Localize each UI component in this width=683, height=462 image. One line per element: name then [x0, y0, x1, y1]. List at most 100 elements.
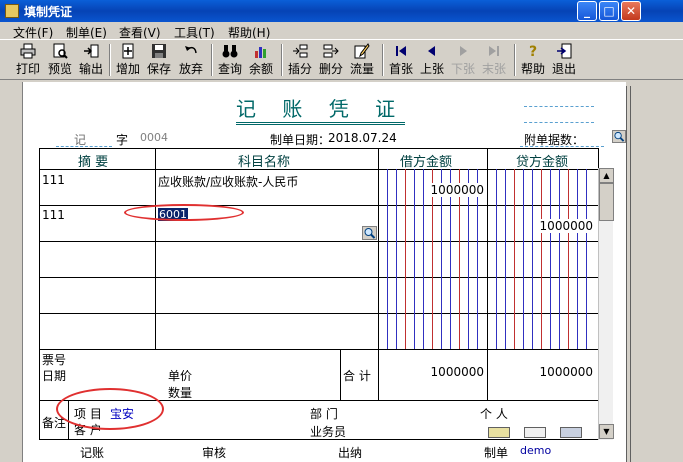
delete-split-button[interactable]: 删分 — [317, 42, 345, 78]
insert-row-icon — [293, 44, 308, 58]
save-button[interactable]: 保存 — [145, 42, 173, 78]
total-credit: 1000000 — [538, 365, 594, 379]
menu-help[interactable]: 帮助(H) — [228, 24, 270, 41]
card-icon[interactable] — [524, 427, 546, 438]
cashflow-button[interactable]: 流量 — [348, 42, 376, 78]
toolbar-separator — [281, 44, 283, 76]
bookkeeper-label: 记账 — [80, 446, 105, 460]
add-button[interactable]: 增加 — [114, 42, 142, 78]
row2-summary[interactable]: 111 — [42, 208, 65, 222]
amount-column-line — [514, 169, 515, 349]
window-titlebar[interactable]: 填制凭证 _ □ ✕ — [0, 0, 683, 22]
window-title: 填制凭证 — [24, 5, 73, 19]
exit-button[interactable]: 退出 — [550, 42, 578, 78]
insert-split-button[interactable]: 插分 — [286, 42, 314, 78]
row1-debit[interactable]: 1000000 — [429, 183, 485, 197]
last-icon — [489, 46, 499, 56]
scroll-up-button[interactable]: ▲ — [599, 168, 614, 183]
amount-column-line — [550, 169, 551, 349]
total-debit: 1000000 — [429, 365, 485, 379]
word-label: 字 — [116, 133, 129, 147]
notes-icon[interactable] — [488, 427, 510, 438]
svg-text:?: ? — [529, 44, 537, 59]
amount-column-line — [532, 169, 533, 349]
row2-credit[interactable]: 1000000 — [538, 219, 594, 233]
vertical-scrollbar[interactable]: ▲ ▼ — [598, 168, 614, 440]
amount-column-line — [496, 169, 497, 349]
page-edge — [626, 86, 627, 462]
page-edge — [630, 86, 631, 462]
header-account: 科目名称 — [238, 155, 291, 170]
toolbar-separator — [382, 44, 384, 76]
magnifier-icon — [364, 228, 376, 239]
annotation-oval — [56, 388, 164, 430]
voucher-number[interactable]: 0004 — [140, 131, 168, 144]
last-voucher-button[interactable]: 末张 — [480, 42, 508, 78]
title-dotted-line — [524, 106, 594, 107]
amount-column-line — [405, 169, 406, 349]
qty-label: 数量 — [168, 386, 193, 400]
menu-view[interactable]: 查看(V) — [119, 24, 161, 41]
amount-column-line — [387, 169, 388, 349]
header-summary: 摘 要 — [78, 155, 109, 170]
prev-voucher-button[interactable]: 上张 — [418, 42, 446, 78]
row1-summary[interactable]: 111 — [42, 173, 65, 187]
next-voucher-button[interactable]: 下张 — [449, 42, 477, 78]
account-lookup-button[interactable] — [362, 226, 377, 240]
magnifier-icon — [614, 131, 625, 142]
help-icon: ? — [529, 44, 537, 59]
annotation-oval — [124, 204, 244, 221]
toolbar-separator — [211, 44, 213, 76]
voucher-title: 记 账 凭 证 — [236, 96, 406, 125]
toolbar-separator — [109, 44, 111, 76]
add-icon — [122, 43, 134, 59]
auditor-label: 审核 — [202, 446, 227, 460]
clerk-label: 业务员 — [310, 425, 347, 439]
menu-voucher[interactable]: 制单(E) — [66, 24, 107, 41]
header-credit: 贷方金额 — [516, 155, 569, 170]
query-button[interactable]: 查询 — [216, 42, 244, 78]
person-label: 个 人 — [480, 407, 508, 421]
grid-line — [340, 349, 341, 400]
binoculars-icon — [222, 45, 238, 58]
print-button[interactable]: 打印 — [14, 42, 42, 78]
voucher-date[interactable]: 2018.07.24 — [328, 131, 397, 145]
grid-line — [40, 349, 598, 350]
grid-line — [155, 149, 156, 349]
price-label: 单价 — [168, 369, 193, 383]
menu-tools[interactable]: 工具(T) — [174, 24, 215, 41]
amount-column-line — [423, 169, 424, 349]
date-row-label: 日期 — [42, 369, 67, 383]
date-label: 制单日期： — [270, 133, 331, 147]
menu-file[interactable]: 文件(F) — [13, 24, 53, 41]
toolbar-separator — [514, 44, 516, 76]
first-icon — [396, 46, 406, 56]
balance-chart-icon — [255, 47, 266, 58]
row1-account[interactable]: 应收账款/应收账款-人民币 — [158, 173, 298, 190]
minimize-button[interactable]: _ — [577, 1, 597, 21]
maker-name: demo — [520, 444, 552, 457]
preview-icon — [53, 43, 68, 59]
attach-lookup-button[interactable] — [612, 130, 626, 143]
scroll-down-button[interactable]: ▼ — [599, 424, 614, 439]
balance-button[interactable]: 余额 — [247, 42, 275, 78]
export-button[interactable]: 输出 — [77, 42, 105, 78]
scroll-thumb[interactable] — [599, 183, 614, 221]
group-icon[interactable] — [560, 427, 582, 438]
close-button[interactable]: ✕ — [621, 1, 641, 21]
maximize-button[interactable]: □ — [599, 1, 619, 21]
discard-button[interactable]: 放弃 — [177, 42, 205, 78]
amount-column-line — [568, 169, 569, 349]
menu-bar: 文件(F) 制单(E) 查看(V) 工具(T) 帮助(H) — [0, 22, 683, 40]
preview-button[interactable]: 预览 — [46, 42, 74, 78]
first-voucher-button[interactable]: 首张 — [387, 42, 415, 78]
cashflow-icon — [354, 43, 370, 59]
amount-column-line — [541, 169, 542, 349]
ticket-label: 票号 — [42, 353, 67, 367]
maker-label: 制单 — [484, 446, 509, 460]
grid-line — [378, 149, 379, 400]
amount-column-line — [505, 169, 506, 349]
help-button[interactable]: ? 帮助 — [519, 42, 547, 78]
header-debit: 借方金额 — [400, 155, 453, 170]
next-icon — [460, 46, 467, 56]
